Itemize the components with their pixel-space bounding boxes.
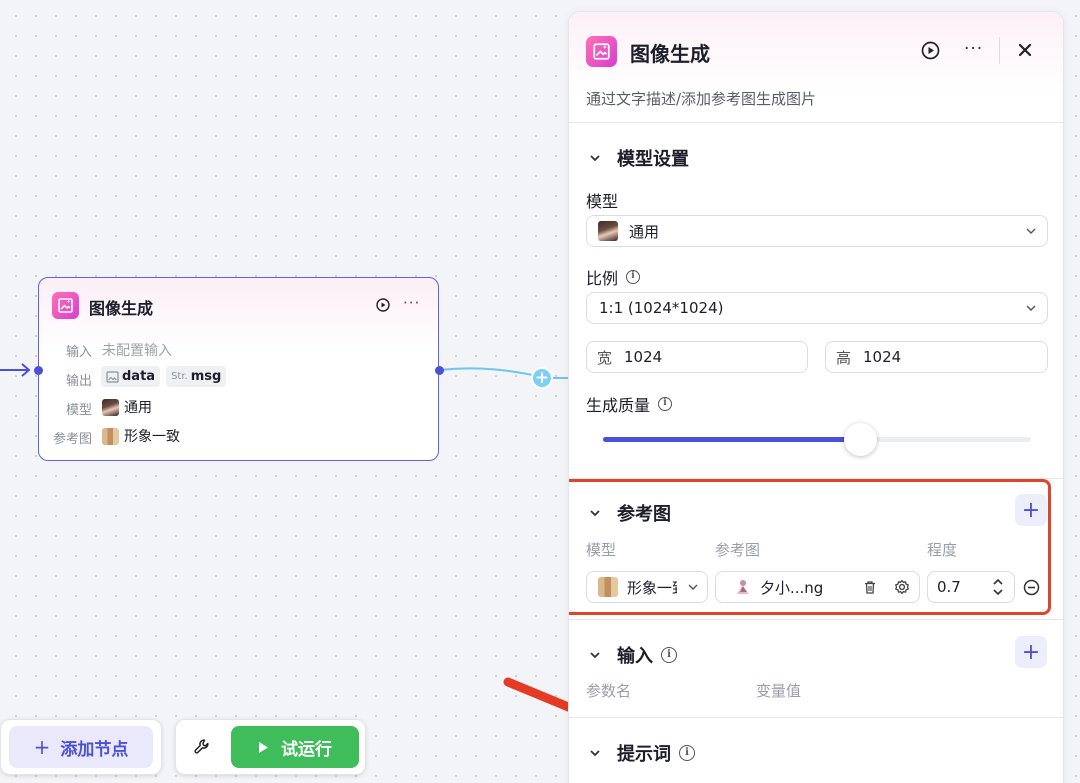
image-generation-node[interactable]: 图像生成 ··· 输入 未配置输入 输出 data Str. msg 模型 通用… <box>38 277 439 461</box>
quality-slider-handle[interactable] <box>843 423 877 456</box>
image-generation-icon <box>52 292 79 319</box>
model-label: 模型 <box>586 192 619 211</box>
width-input[interactable]: 宽 1024 <box>586 341 808 373</box>
prompt-header[interactable]: 提示词 i <box>589 740 695 766</box>
edge-add-button[interactable]: + <box>531 367 553 389</box>
node-output-tags: data Str. msg <box>101 366 227 387</box>
reference-model-select[interactable]: 形象一致 <box>586 571 708 603</box>
node-output-port[interactable] <box>435 366 444 375</box>
chevron-down-icon <box>1026 305 1036 311</box>
ref-avatar <box>102 427 119 445</box>
ratio-label: 比例 i <box>586 265 641 289</box>
col-param-name: 参数名 <box>586 682 632 700</box>
wrench-icon[interactable] <box>193 738 211 756</box>
header-divider <box>999 37 1000 64</box>
node-input-port[interactable] <box>34 366 43 375</box>
divider <box>569 717 1063 718</box>
col-variable-value: 变量值 <box>756 682 802 700</box>
image-icon <box>106 370 119 383</box>
settings-icon[interactable] <box>894 579 910 595</box>
model-avatar <box>102 398 119 416</box>
model-settings-header[interactable]: 模型设置 <box>589 145 689 171</box>
reference-image-field[interactable]: 夕小...ng <box>715 571 920 603</box>
height-input[interactable]: 高 1024 <box>825 341 1048 373</box>
play-icon[interactable] <box>376 298 390 312</box>
node-model-value: 通用 <box>102 397 152 417</box>
panel-description: 通过文字描述/添加参考图生成图片 <box>586 90 817 108</box>
quality-slider-track[interactable] <box>603 437 1031 442</box>
node-title: 图像生成 <box>89 299 154 318</box>
plus-icon: + <box>33 735 51 759</box>
quality-label: 生成质量 i <box>586 392 673 416</box>
col-degree: 程度 <box>927 541 958 559</box>
divider <box>569 619 1063 620</box>
test-run-button[interactable]: 试运行 <box>231 726 359 768</box>
play-icon <box>259 741 268 753</box>
reference-image-header[interactable]: 参考图 <box>589 500 671 526</box>
add-input-button[interactable]: + <box>1015 636 1047 668</box>
node-model-label: 模型 <box>66 403 93 418</box>
more-icon[interactable]: ··· <box>403 294 420 312</box>
degree-stepper[interactable]: 0.7 <box>927 571 1015 603</box>
panel-title: 图像生成 <box>630 42 710 66</box>
stepper-arrows-icon[interactable] <box>992 577 1004 597</box>
reference-thumbnail-icon <box>737 580 749 594</box>
chevron-down-icon <box>590 750 600 757</box>
play-icon[interactable] <box>921 41 940 60</box>
quality-slider-fill <box>603 437 860 442</box>
node-input-label: 输入 <box>66 345 93 360</box>
chevron-down-icon <box>688 584 698 590</box>
chevron-down-icon <box>590 510 600 517</box>
col-model: 模型 <box>586 541 617 559</box>
ratio-select[interactable]: 1:1 (1024*1024) <box>586 292 1048 324</box>
node-input-value: 未配置输入 <box>102 343 172 359</box>
info-icon[interactable]: i <box>661 647 677 663</box>
node-settings-panel: 图像生成 ··· 通过文字描述/添加参考图生成图片 模型设置 模型 通用 比例 … <box>568 11 1064 783</box>
model-avatar <box>598 221 618 241</box>
info-icon[interactable]: i <box>626 270 641 284</box>
add-node-button[interactable]: + 添加节点 <box>9 726 153 768</box>
plus-icon: + <box>1021 639 1041 665</box>
info-icon[interactable]: i <box>679 745 695 761</box>
info-icon[interactable]: i <box>658 397 673 411</box>
more-icon[interactable]: ··· <box>964 39 983 59</box>
add-reference-button[interactable]: + <box>1015 494 1047 526</box>
chevron-down-icon <box>590 155 600 162</box>
model-select[interactable]: 通用 <box>586 215 1048 247</box>
chevron-down-icon <box>1026 228 1036 234</box>
node-output-label: 输出 <box>66 374 93 389</box>
image-generation-icon <box>586 36 617 67</box>
col-reference-image: 参考图 <box>715 541 761 559</box>
node-ref-value: 形象一致 <box>102 426 180 446</box>
output-tag-data: data <box>101 366 161 387</box>
close-icon[interactable] <box>1018 43 1032 57</box>
input-header[interactable]: 输入 i <box>589 642 677 668</box>
divider <box>569 122 1063 123</box>
delete-icon[interactable] <box>863 580 877 595</box>
reference-model-avatar <box>598 577 618 597</box>
remove-row-icon[interactable] <box>1023 579 1040 596</box>
chevron-down-icon <box>590 652 600 659</box>
node-ref-label: 参考图 <box>53 432 93 447</box>
output-tag-msg: Str. msg <box>166 366 227 387</box>
plus-icon: + <box>1021 497 1041 523</box>
